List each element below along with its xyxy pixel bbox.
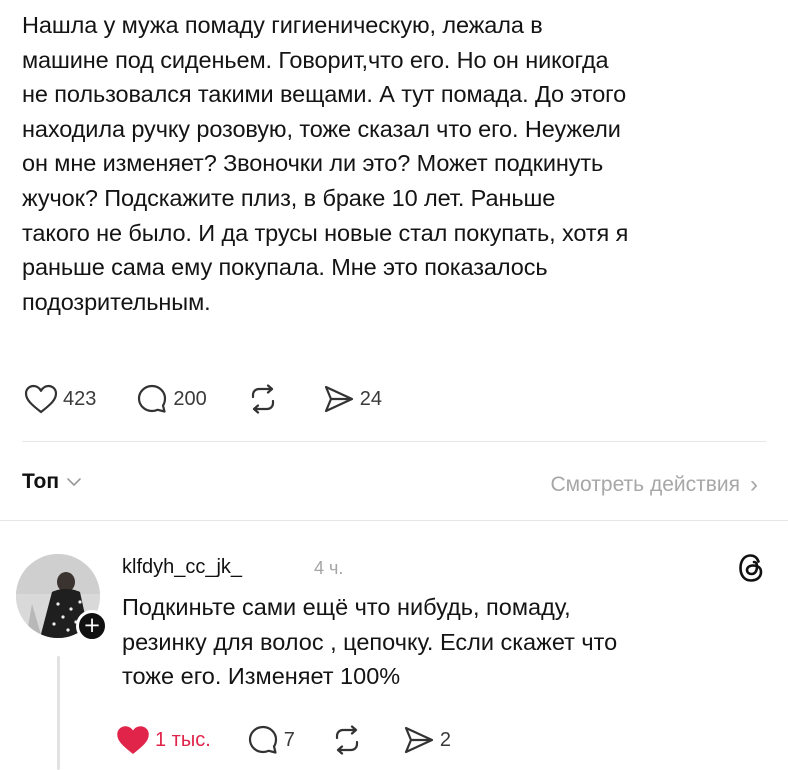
reply-comment-count: 7: [283, 728, 295, 751]
post-text-line: машине под сиденьем. Говорит,что его. Но…: [22, 46, 609, 73]
like-count: 423: [63, 387, 97, 410]
reply-comment-button[interactable]: 7: [247, 724, 295, 756]
reply-actions: 1 тыс. 7 2: [116, 724, 451, 756]
share-button[interactable]: 24: [323, 384, 382, 414]
post-text-line: Нашла у мужа помаду гигиеническую, лежал…: [22, 12, 543, 38]
like-button[interactable]: 423: [24, 384, 96, 414]
post-actions: 423 200 24: [24, 382, 382, 416]
heart-filled-icon: [117, 726, 149, 754]
reply-like-count: 1 тыс.: [155, 728, 211, 751]
post-text-line: находила ручку розовую, тоже сказал что …: [22, 115, 621, 142]
sort-label: Топ: [22, 470, 60, 493]
reply-repost-button[interactable]: [331, 725, 363, 755]
post-text-line: раньше сама ему покупала. Мне это показа…: [22, 254, 548, 281]
reply-text-line: резинку для волос , цепочку. Если скажет…: [122, 628, 618, 655]
reply-username[interactable]: klfdyh_cc_jk_: [122, 556, 242, 579]
sort-dropdown[interactable]: Топ: [22, 470, 83, 494]
divider: [0, 520, 788, 521]
view-activity-link[interactable]: Смотреть действия ›: [550, 471, 758, 499]
comment-count: 200: [173, 387, 207, 410]
view-activity-label: Смотреть действия: [550, 473, 740, 496]
heart-icon: [24, 384, 58, 414]
post-text-line: такого не было. И да трусы новые стал по…: [22, 219, 629, 246]
comment-bubble-icon: [248, 725, 277, 754]
send-icon: [324, 385, 353, 413]
reply-share-count: 2: [439, 728, 452, 751]
post-text-line: жучок? Подскажите плиз, в браке 10 лет. …: [22, 184, 556, 211]
share-count: 24: [359, 387, 382, 410]
repost-icon: [251, 384, 274, 414]
reply-item: + klfdyh_cc_jk_ 4 ч. Подкиньте сами ещё …: [0, 540, 788, 770]
follow-plus-button[interactable]: +: [76, 610, 108, 642]
repost-button[interactable]: [247, 384, 279, 414]
chevron-down-icon: [67, 478, 81, 486]
comment-button[interactable]: 200: [136, 383, 207, 415]
repost-icon: [335, 725, 359, 755]
reply-like-button[interactable]: 1 тыс.: [116, 725, 211, 755]
reply-text: Подкиньте сами ещё что нибудь, помаду, р…: [122, 590, 617, 694]
threads-logo-button[interactable]: [736, 552, 766, 589]
reply-text-line: тоже его. Изменяет 100%: [122, 663, 401, 689]
post-text-line: не пользовался такими вещами. А тут пома…: [22, 81, 627, 108]
reply-timestamp: 4 ч.: [314, 558, 344, 578]
reply-share-button[interactable]: 2: [403, 725, 451, 755]
threads-logo-icon: [739, 554, 763, 582]
send-icon: [404, 726, 434, 754]
divider: [22, 441, 766, 442]
post-text-line: он мне изменяет? Звоночки ли это? Может …: [22, 150, 604, 177]
post-text-line: подозрительным.: [22, 288, 211, 315]
post-text: Нашла у мужа помаду гигиеническую, лежал…: [22, 8, 772, 319]
reply-text-line: Подкиньте сами ещё что нибудь, помаду,: [122, 594, 571, 620]
chevron-right-icon: ›: [750, 471, 758, 498]
thread-line: [57, 656, 60, 770]
comment-bubble-icon: [138, 384, 167, 413]
